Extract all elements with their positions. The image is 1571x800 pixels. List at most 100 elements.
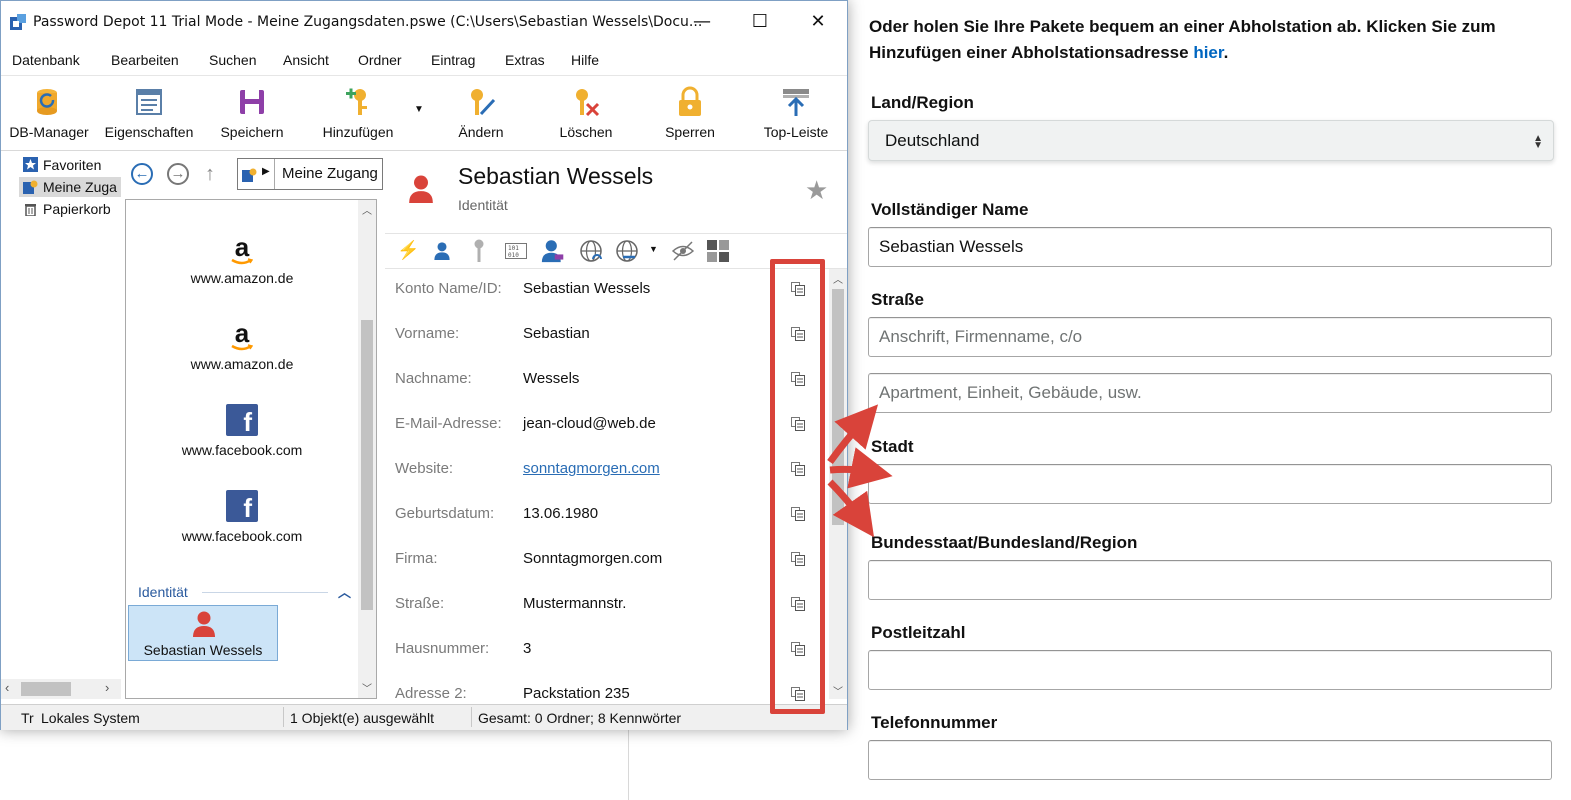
group-header-identity[interactable]: Identität ︿ <box>138 582 358 602</box>
selected-entry-label: Sebastian Wessels <box>143 642 263 658</box>
pickup-intro-text: Oder holen Sie Ihre Pakete bequem an ein… <box>869 14 1549 66</box>
field-row-street: Straße: Mustermannstr. <box>395 595 795 621</box>
field-label: Konto Name/ID: <box>395 280 502 297</box>
properties-button[interactable]: Eigenschaften <box>101 82 197 148</box>
scroll-left-icon[interactable]: ‹ <box>5 680 9 695</box>
field-value[interactable]: jean-cloud@web.de <box>523 415 656 432</box>
add-button[interactable]: Hinzufügen <box>313 82 403 148</box>
state-input[interactable] <box>868 560 1552 600</box>
facebook-icon: f <box>226 490 258 523</box>
globe-dropdown-icon[interactable]: ▼ <box>649 244 658 254</box>
menu-suchen[interactable]: Suchen <box>209 52 256 68</box>
qr-grid-icon[interactable] <box>707 240 729 262</box>
field-row-birthdate: Geburtsdatum: 13.06.1980 <box>395 505 795 531</box>
lock-label: Sperren <box>665 124 715 140</box>
topbar-label: Top-Leiste <box>763 124 829 140</box>
arrow-to-city <box>829 447 893 489</box>
field-value[interactable]: Sebastian <box>523 325 590 342</box>
add-dropdown-icon[interactable]: ▼ <box>414 104 424 115</box>
edit-button[interactable]: Ändern <box>441 82 521 148</box>
status-selected: 1 Objekt(e) ausgewählt <box>290 710 434 726</box>
path-chevron-icon: ▶ <box>262 166 270 177</box>
detail-scroll-down-icon[interactable]: ﹀ <box>833 683 843 698</box>
user-icon[interactable] <box>433 240 451 262</box>
phone-input[interactable] <box>868 740 1552 780</box>
delete-button[interactable]: Löschen <box>546 82 626 148</box>
topbar-button[interactable]: Top-Leiste <box>753 82 839 148</box>
website-link[interactable]: sonntagmorgen.com <box>523 460 660 477</box>
field-value[interactable]: 3 <box>523 640 531 657</box>
favorite-star-icon[interactable]: ★ <box>805 175 828 206</box>
city-input[interactable] <box>868 464 1552 504</box>
street-input-2[interactable]: Apartment, Einheit, Gebäude, usw. <box>868 373 1552 413</box>
tree-label-my-credentials: Meine Zuga <box>43 179 117 195</box>
arrow-to-street <box>827 404 879 465</box>
password-depot-window: Password Depot 11 Trial Mode - Meine Zug… <box>0 0 848 730</box>
country-select[interactable]: Deutschland ▲ ▼ <box>868 120 1554 161</box>
path-breadcrumb[interactable]: ▶ Meine Zugang <box>237 158 383 190</box>
otp-code-icon[interactable]: 101010 <box>505 243 527 259</box>
globe-link-icon[interactable] <box>615 239 639 263</box>
field-value[interactable]: 13.06.1980 <box>523 505 598 522</box>
save-button[interactable]: Speichern <box>213 82 291 148</box>
globe-icon[interactable] <box>579 239 603 263</box>
zip-input[interactable] <box>868 650 1552 690</box>
hide-eye-icon[interactable] <box>671 240 695 262</box>
status-separator <box>471 707 472 727</box>
forward-button[interactable]: → <box>167 163 189 185</box>
full-name-input[interactable]: Sebastian Wessels <box>868 227 1552 267</box>
tree-hscrollbar[interactable]: ‹ › <box>1 679 121 699</box>
add-key-icon <box>346 88 367 115</box>
menu-datenbank[interactable]: Datenbank <box>12 52 80 68</box>
list-item[interactable]: a www.amazon.de <box>126 224 358 304</box>
menu-eintrag[interactable]: Eintrag <box>431 52 475 68</box>
list-item[interactable]: a www.amazon.de <box>126 310 358 390</box>
menu-extras[interactable]: Extras <box>505 52 545 68</box>
tree-item-my-credentials[interactable]: Meine Zuga <box>19 177 121 197</box>
status-bar: Tr Lokales System 1 Objekt(e) ausgewählt… <box>1 704 847 730</box>
back-button[interactable]: ← <box>131 163 153 185</box>
detail-scroll-up-icon[interactable]: ︿ <box>833 271 843 286</box>
properties-icon <box>136 89 162 115</box>
street-input-1[interactable]: Anschrift, Firmenname, c/o <box>868 317 1552 357</box>
menu-ansicht[interactable]: Ansicht <box>283 52 329 68</box>
field-value[interactable]: Wessels <box>523 370 579 387</box>
scroll-up-icon[interactable]: ︿ <box>362 202 372 217</box>
password-key-icon[interactable] <box>473 239 485 263</box>
database-folder-icon <box>23 180 38 194</box>
app-icon <box>10 14 26 30</box>
list-vscroll-thumb[interactable] <box>361 320 373 610</box>
field-label: Hausnummer: <box>395 640 490 657</box>
list-item[interactable]: f www.facebook.com <box>126 396 358 476</box>
field-value[interactable]: Packstation 235 <box>523 685 630 702</box>
list-item[interactable]: f www.facebook.com <box>126 482 358 562</box>
list-vscrollbar[interactable]: ︿ ﹀ <box>358 200 376 698</box>
tree-label-favorites: Favoriten <box>43 157 102 173</box>
scroll-right-icon[interactable]: › <box>105 680 109 695</box>
full-name-label: Vollständiger Name <box>871 200 1029 219</box>
menu-bearbeiten[interactable]: Bearbeiten <box>111 52 179 68</box>
path-divider <box>274 159 275 189</box>
user-edit-icon[interactable] <box>541 239 565 263</box>
menu-ordner[interactable]: Ordner <box>358 52 402 68</box>
collapse-chevron-icon[interactable]: ︿ <box>338 582 351 601</box>
menu-hilfe[interactable]: Hilfe <box>571 52 599 68</box>
field-row-lastname: Nachname: Wessels <box>395 370 795 396</box>
up-arrow-icon[interactable]: ↑ <box>205 163 215 186</box>
field-value[interactable]: Sonntagmorgen.com <box>523 550 662 567</box>
db-manager-button[interactable]: DB-Manager <box>5 82 93 148</box>
list-item-label: www.facebook.com <box>181 442 303 458</box>
status-total: Gesamt: 0 Ordner; 8 Kennwörter <box>478 710 682 726</box>
field-value[interactable]: Mustermannstr. <box>523 595 626 612</box>
list-item-selected[interactable]: Sebastian Wessels <box>128 605 278 661</box>
autofill-lightning-icon[interactable]: ⚡ <box>397 240 419 261</box>
maximize-button[interactable]: ☐ <box>731 1 789 43</box>
minimize-button[interactable]: — <box>673 1 731 43</box>
lock-button[interactable]: Sperren <box>651 82 729 148</box>
tree-hscroll-thumb[interactable] <box>21 682 71 696</box>
svg-text:010: 010 <box>508 252 519 259</box>
scroll-down-icon[interactable]: ﹀ <box>362 680 372 695</box>
pickup-station-link[interactable]: hier <box>1193 43 1223 62</box>
close-button[interactable]: ✕ <box>789 1 847 43</box>
field-value[interactable]: Sebastian Wessels <box>523 280 650 297</box>
